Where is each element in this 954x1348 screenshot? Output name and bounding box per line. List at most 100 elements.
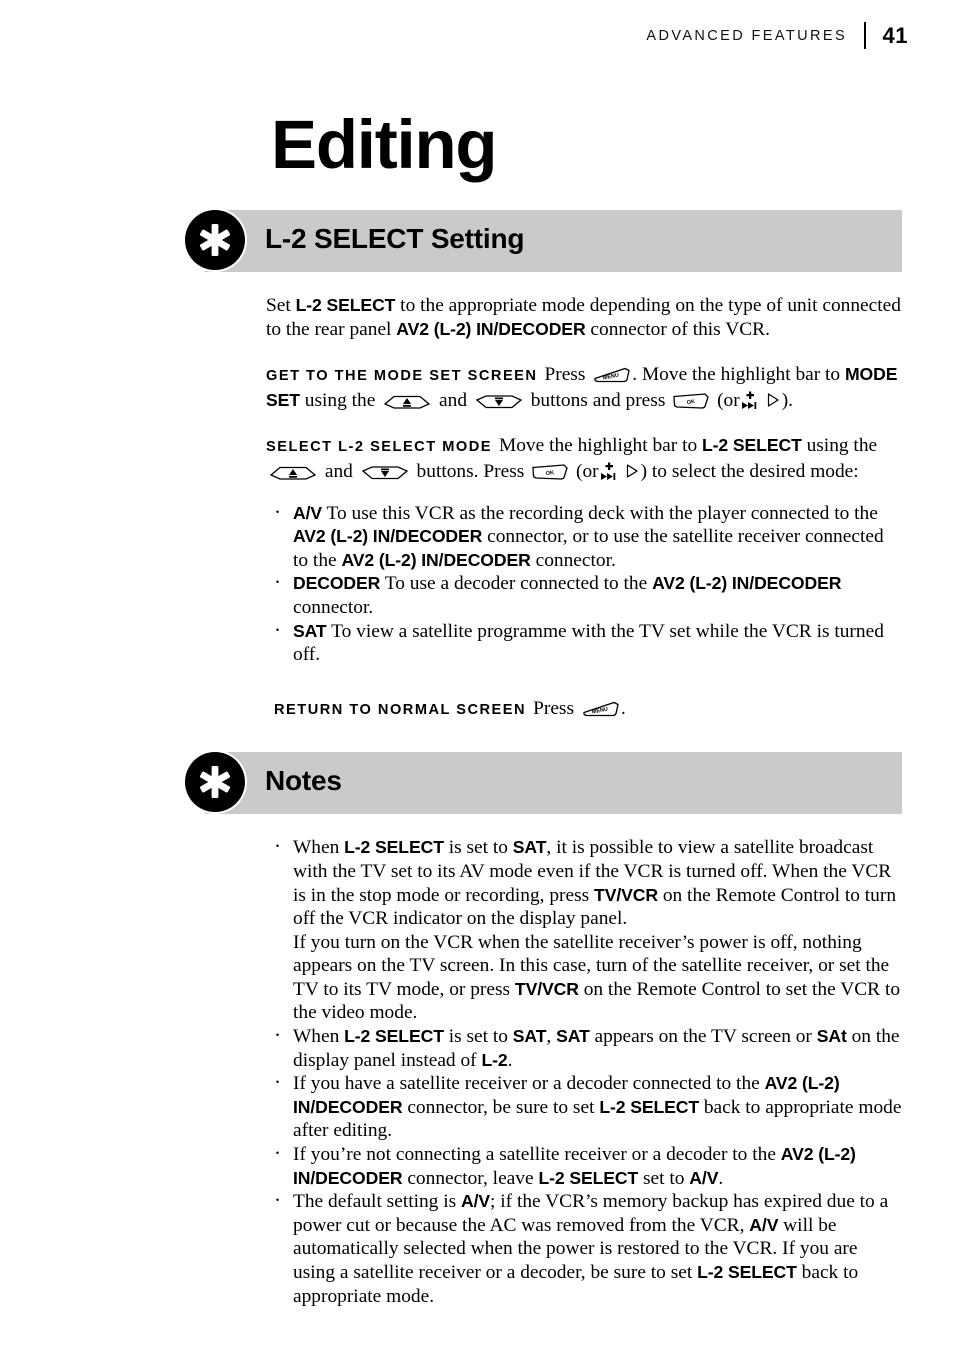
menu-button-icon: MENU (592, 366, 630, 383)
ui-label-av2-in-decoder: AV2 (L-2) IN/DECODER (341, 549, 531, 570)
step-select-l2-select-mode: SELECT L-2 SELECT MODE Move the highlight… (266, 434, 903, 483)
ui-label-av: A/V (749, 1214, 779, 1235)
up-arrow-button-icon (269, 464, 317, 481)
step-get-to-mode-set-screen: GET TO THE MODE SET SCREEN Press MENU. Mo… (266, 363, 903, 412)
svg-text:OK: OK (546, 470, 555, 477)
section-body-l2-select: Set L-2 SELECT to the appropriate mode d… (266, 294, 903, 722)
step-text-5: buttons. Press (411, 460, 530, 482)
step-text-5: and (434, 389, 472, 411)
step-text-1: Press (533, 697, 579, 719)
list-item: When L-2 SELECT is set to SAT, SAT appea… (266, 1024, 903, 1072)
play-button-icon (766, 392, 780, 408)
up-arrow-button-icon (383, 393, 431, 410)
step-text-2: . Move the highlight bar to (632, 364, 845, 386)
ui-label-sat: SAT (556, 1026, 590, 1047)
section-banner-notes: Notes (0, 752, 954, 815)
mode-text-a: To use a decoder connected to the (380, 573, 653, 595)
note-text-k: . (507, 1049, 513, 1071)
list-item: SAT To view a satellite programme with t… (266, 619, 903, 667)
note-text-a: When (293, 1026, 345, 1048)
asterisk-star-icon (185, 210, 245, 270)
ui-label-l2-select: L-2 SELECT (344, 1026, 444, 1047)
step-text-1: Move the highlight bar to (498, 435, 703, 457)
step-text-7: ) to select the desired mode: (640, 460, 859, 482)
note-text-c: is set to (443, 1026, 513, 1048)
ui-label-av: A/V (461, 1191, 491, 1212)
note-text-a: If you’re not connecting a satellite rec… (293, 1144, 781, 1166)
step-return-to-normal-screen: RETURN TO NORMAL SCREEN Press MENU. (274, 697, 903, 723)
down-arrow-button-icon (475, 393, 523, 410)
note-text-e: set to (638, 1167, 690, 1189)
notes-list: When L-2 SELECT is set to SAT, it is pos… (266, 835, 903, 1308)
ui-label-sat: SAT (512, 837, 547, 858)
mode-name-sat: SAT (293, 620, 327, 641)
ui-label-l2-select: L-2 SELECT (538, 1167, 639, 1188)
menu-button-icon: MENU (581, 700, 619, 717)
mode-text-a: To view a satellite programme with the T… (293, 620, 884, 666)
down-arrow-button-icon (361, 464, 409, 481)
mode-name-av: A/V (293, 502, 323, 523)
ui-label-sat-display: SAt (816, 1026, 847, 1047)
step-label: GET TO THE MODE SET SCREEN (266, 368, 538, 385)
ui-label-l2-select: L-2 SELECT (697, 1262, 797, 1282)
step-text-7: (or (712, 389, 740, 411)
note-text-a: When (293, 837, 345, 859)
ok-button-icon: OK (672, 392, 710, 409)
note-text-c: connector, leave (402, 1167, 539, 1189)
intro-paragraph: Set L-2 SELECT to the appropriate mode d… (266, 294, 903, 341)
ui-label-l2-select: L-2 SELECT (295, 295, 396, 315)
ui-label-tv-vcr: TV/VCR (594, 884, 658, 905)
ui-label-tv-vcr: TV/VCR (514, 978, 579, 999)
list-item: DECODER To use a decoder connected to th… (266, 571, 903, 619)
list-item: If you’re not connecting a satellite rec… (266, 1142, 903, 1190)
ui-label-sat: SAT (512, 1026, 547, 1047)
step-text-3: using the (801, 435, 878, 457)
ui-label-l2-select: L-2 SELECT (702, 435, 802, 456)
mode-text-c: connector. (293, 596, 374, 618)
step-text-4: and (320, 460, 358, 482)
play-button-icon (625, 463, 639, 479)
ui-label-av: A/V (689, 1167, 719, 1188)
page-number: 41 (882, 22, 908, 48)
ui-label-av2-in-decoder: AV2 (L-2) IN/DECODER (652, 573, 842, 594)
section-title: L-2 SELECT Setting (265, 223, 525, 254)
section-title: Notes (265, 765, 342, 797)
step-label: RETURN TO NORMAL SCREEN (274, 701, 527, 718)
page-content: L-2 SELECT Setting Set L-2 SELECT to the… (0, 210, 954, 1308)
ui-label-l2: L-2 (481, 1049, 508, 1070)
asterisk-star-icon (185, 752, 245, 813)
note-text-c: is set to (443, 837, 513, 859)
step-text-6: buttons and press (525, 389, 671, 411)
ui-label-l2-select: L-2 SELECT (599, 1096, 699, 1117)
note-text-a: The default setting is (293, 1191, 462, 1213)
step-text-6: (or (571, 460, 599, 482)
intro-text-e: connector of this VCR. (585, 318, 770, 340)
step-text-8: ). (781, 389, 794, 411)
skip-forward-button-icon (600, 462, 620, 482)
ui-label-av2-in-decoder: AV2 (L-2) IN/DECODER (396, 318, 586, 339)
note-text-g: . (718, 1167, 724, 1189)
running-header-label: ADVANCED FEATURES (646, 27, 848, 44)
intro-text-a: Set (266, 295, 296, 316)
svg-text:OK: OK (687, 399, 696, 406)
list-item: A/V To use this VCR as the recording dec… (266, 501, 903, 573)
note-text-c: connector, be sure to set (402, 1096, 600, 1118)
mode-options-list: A/V To use this VCR as the recording dec… (266, 501, 903, 667)
chapter-title: Editing (271, 106, 498, 184)
section-banner-l2-select: L-2 SELECT Setting (0, 210, 954, 272)
ok-button-icon: OK (531, 463, 569, 480)
note-text-e: , (546, 1026, 557, 1048)
mode-text-a: To use this VCR as the recording deck wi… (322, 502, 878, 524)
ui-label-av2-in-decoder: AV2 (L-2) IN/DECODER (293, 526, 483, 547)
step-label: SELECT L-2 SELECT MODE (266, 439, 492, 456)
step-text-4: using the (299, 389, 381, 411)
step-text-2: . (620, 697, 626, 719)
list-item: The default setting is A/V; if the VCR’s… (266, 1189, 903, 1308)
skip-forward-button-icon (741, 391, 761, 411)
note-text-g: appears on the TV screen or (589, 1026, 817, 1048)
mode-text-e: connector. (530, 549, 616, 571)
list-item: If you have a satellite receiver or a de… (266, 1071, 903, 1143)
note-text-a: If you have a satellite receiver or a de… (293, 1073, 765, 1095)
mode-name-decoder: DECODER (293, 573, 381, 594)
ui-label-l2-select: L-2 SELECT (344, 837, 444, 858)
